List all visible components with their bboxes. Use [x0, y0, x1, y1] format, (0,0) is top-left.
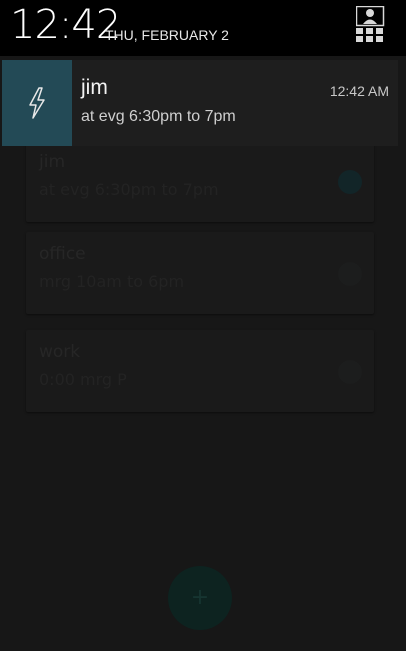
notification-card[interactable]: jim 12:42 AM at evg 6:30pm to 7pm: [2, 60, 398, 146]
notification-text: at evg 6:30pm to 7pm: [81, 108, 236, 125]
quick-settings-button[interactable]: [355, 5, 386, 42]
notification-title: jim: [81, 76, 108, 99]
notification-shade-header: 12:42 THU, FEBRUARY 2: [0, 0, 406, 56]
screen: jim at evg 6:30pm to 7pm office mrg 10am…: [0, 0, 406, 651]
lightning-icon: [29, 87, 45, 119]
clock: 12:42: [10, 2, 121, 48]
notification-time: 12:42 AM: [329, 83, 389, 99]
date[interactable]: THU, FEBRUARY 2: [105, 27, 229, 43]
user-settings-icon: [355, 5, 385, 42]
notification-icon-box: [2, 60, 72, 146]
